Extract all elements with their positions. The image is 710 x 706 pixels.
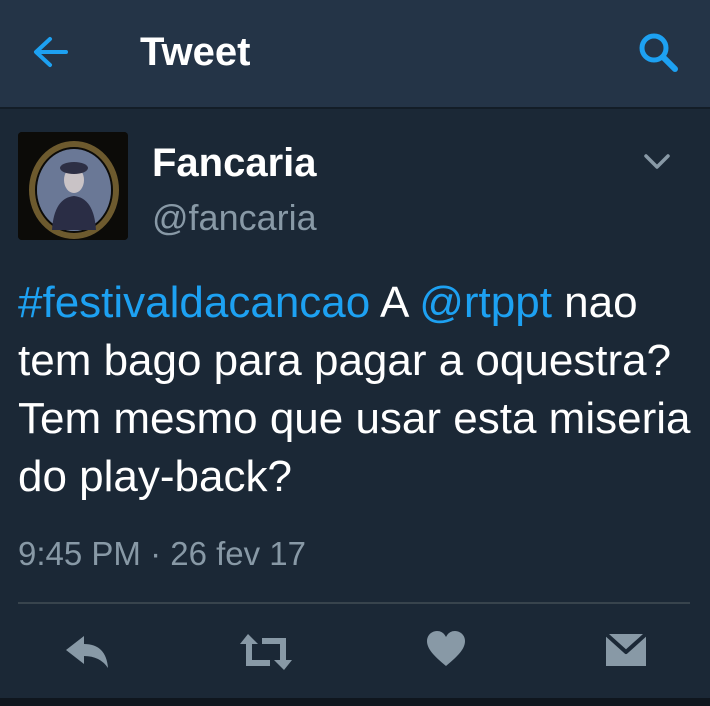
avatar[interactable]: [18, 132, 128, 240]
tweet-timestamp: 9:45 PM · 26 fev 17: [18, 535, 306, 572]
avatar-portrait-image: [18, 132, 128, 240]
tweet-actions-bar: [0, 612, 710, 698]
chevron-down-icon[interactable]: [640, 150, 674, 174]
tweet-text: #festivaldacancao A @rtppt nao tem bago …: [18, 274, 698, 506]
arrow-left-icon[interactable]: [30, 34, 70, 70]
heart-icon[interactable]: [426, 630, 466, 668]
reply-icon[interactable]: [62, 632, 112, 672]
bottom-divider: [0, 698, 710, 706]
hashtag-link[interactable]: #festivaldacancao: [18, 278, 370, 327]
divider: [18, 602, 690, 604]
author-name[interactable]: Fancaria: [152, 140, 317, 186]
mention-link[interactable]: @rtppt: [419, 278, 552, 327]
page-title: Tweet: [140, 30, 251, 74]
envelope-icon[interactable]: [604, 632, 648, 670]
tweet-text-connector: A: [370, 278, 420, 327]
app-header: Tweet: [0, 0, 710, 109]
search-icon[interactable]: [636, 30, 680, 74]
author-handle[interactable]: @fancaria: [152, 196, 317, 240]
retweet-icon[interactable]: [238, 630, 294, 674]
